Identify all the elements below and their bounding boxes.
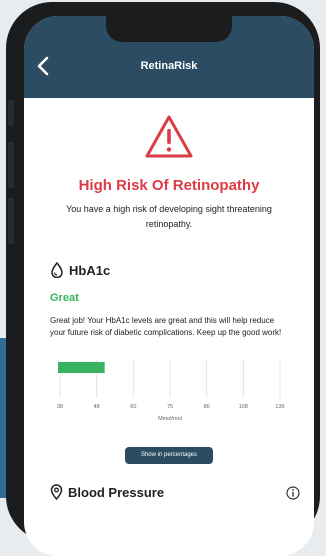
- hba1c-heading: HbA1c: [50, 262, 110, 278]
- chart-tick-label: 130: [275, 404, 284, 410]
- hba1c-status: Great: [50, 292, 79, 304]
- risk-description: You have a high risk of developing sight…: [66, 204, 272, 229]
- phone-frame: RetinaRisk High Risk Of Retinopathy You …: [6, 2, 320, 556]
- chart-tick-label: 38: [57, 404, 63, 410]
- chart-tick-label: 86: [204, 404, 210, 410]
- screen: RetinaRisk High Risk Of Retinopathy You …: [24, 16, 314, 556]
- chart-tick-label: 75: [167, 404, 173, 410]
- chart-tick-label: 60: [130, 404, 136, 410]
- chart-axis-label: Mmol/mol: [158, 416, 182, 422]
- chart-tick-label: 108: [239, 404, 248, 410]
- notch: [106, 16, 232, 42]
- hba1c-message: Great job! Your HbA1c levels are great a…: [50, 316, 282, 337]
- show-percentages-button[interactable]: Show in percentages: [125, 447, 213, 464]
- chart-tick-label: 48: [94, 404, 100, 410]
- hba1c-bar: [58, 362, 105, 373]
- drop-icon: [51, 262, 63, 278]
- warning-triangle-icon: [145, 115, 193, 158]
- blood-pressure-title: Blood Pressure: [68, 484, 165, 500]
- risk-title: High Risk Of Retinopathy: [78, 177, 260, 194]
- volume-up-button: [8, 142, 14, 188]
- app-title: RetinaRisk: [140, 60, 198, 72]
- hba1c-title: HbA1c: [69, 262, 111, 278]
- hba1c-chart: 38 48 60 75 86 108 130 Mmol/mol: [57, 360, 285, 422]
- mute-switch: [8, 100, 14, 126]
- volume-down-button: [8, 198, 14, 244]
